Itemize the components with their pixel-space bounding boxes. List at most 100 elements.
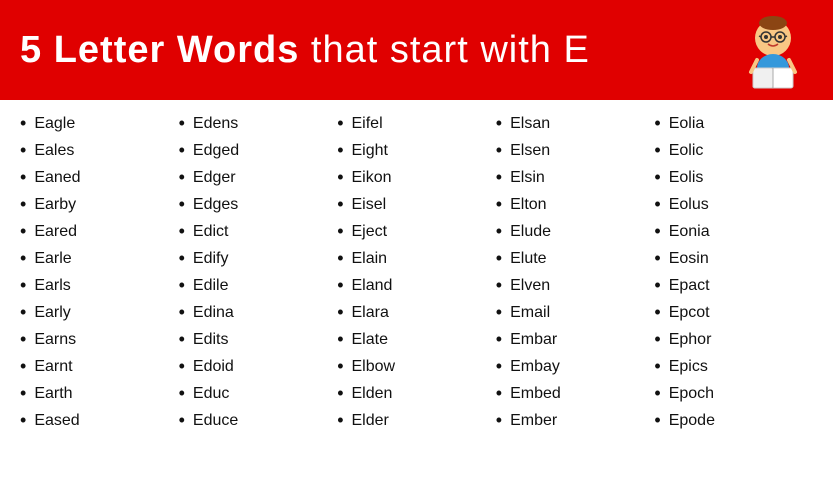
- list-item: Eland: [337, 272, 496, 299]
- list-item: Elven: [496, 272, 655, 299]
- list-item: Earnt: [20, 353, 179, 380]
- word-text: Eaned: [34, 169, 80, 187]
- word-text: Eikon: [352, 169, 392, 187]
- word-text: Elsen: [510, 142, 550, 160]
- word-text: Eonia: [669, 223, 710, 241]
- title-normal: that start with E: [299, 29, 589, 71]
- word-text: Ephor: [669, 331, 712, 349]
- word-text: Edits: [193, 331, 229, 349]
- list-item: Embay: [496, 353, 655, 380]
- header-banner: 5 Letter Words that start with E: [0, 0, 833, 100]
- list-item: Elute: [496, 245, 655, 272]
- word-column-2: Eifel Eight Eikon Eisel Eject Elain Eland Elara…: [337, 110, 496, 434]
- word-text: Epics: [669, 358, 708, 376]
- header-title: 5 Letter Words that start with E: [20, 29, 590, 72]
- list-item: Ephor: [654, 326, 813, 353]
- word-text: Educ: [193, 385, 229, 403]
- list-item: Elate: [337, 326, 496, 353]
- word-text: Elara: [352, 304, 389, 322]
- list-item: Eonia: [654, 218, 813, 245]
- word-text: Eagle: [34, 115, 75, 133]
- list-item: Eolia: [654, 110, 813, 137]
- word-column-0: EagleEalesEanedEarbyEaredEarleEarlsEarly…: [20, 110, 179, 434]
- list-item: Epoch: [654, 380, 813, 407]
- word-text: Elude: [510, 223, 551, 241]
- mascot-icon: [733, 10, 813, 90]
- list-item: Edens: [179, 110, 338, 137]
- list-item: Edger: [179, 164, 338, 191]
- list-item: Epcot: [654, 299, 813, 326]
- list-item: Elara: [337, 299, 496, 326]
- word-text: Elsin: [510, 169, 545, 187]
- word-text: Elate: [352, 331, 388, 349]
- word-text: Earth: [34, 385, 72, 403]
- list-item: Elain: [337, 245, 496, 272]
- word-text: Earls: [34, 277, 70, 295]
- word-text: Eject: [352, 223, 388, 241]
- word-text: Epcot: [669, 304, 710, 322]
- list-item: Eifel: [337, 110, 496, 137]
- list-item: Epics: [654, 353, 813, 380]
- list-item: Elbow: [337, 353, 496, 380]
- word-text: Eolic: [669, 142, 704, 160]
- word-text: Elven: [510, 277, 550, 295]
- word-text: Ember: [510, 412, 557, 430]
- list-item: Elder: [337, 407, 496, 434]
- list-item: Elsan: [496, 110, 655, 137]
- list-item: Earls: [20, 272, 179, 299]
- word-text: Eland: [352, 277, 393, 295]
- list-item: Edged: [179, 137, 338, 164]
- list-item: Early: [20, 299, 179, 326]
- list-item: Epode: [654, 407, 813, 434]
- word-text: Edoid: [193, 358, 234, 376]
- list-item: Eared: [20, 218, 179, 245]
- list-item: Eight: [337, 137, 496, 164]
- word-text: Early: [34, 304, 70, 322]
- list-item: Eaned: [20, 164, 179, 191]
- word-text: Earnt: [34, 358, 72, 376]
- word-text: Eared: [34, 223, 77, 241]
- list-item: Edoid: [179, 353, 338, 380]
- word-text: Edens: [193, 115, 238, 133]
- word-list-content: EagleEalesEanedEarbyEaredEarleEarlsEarly…: [0, 100, 833, 444]
- word-text: Elute: [510, 250, 546, 268]
- word-text: Embar: [510, 331, 557, 349]
- word-text: Email: [510, 304, 550, 322]
- list-item: Earns: [20, 326, 179, 353]
- list-item: Elton: [496, 191, 655, 218]
- word-text: Eolus: [669, 196, 709, 214]
- word-text: Embed: [510, 385, 561, 403]
- word-text: Elden: [352, 385, 393, 403]
- list-item: Eolic: [654, 137, 813, 164]
- title-bold: 5 Letter Words: [20, 29, 299, 71]
- word-text: Edile: [193, 277, 229, 295]
- word-text: Eifel: [352, 115, 383, 133]
- word-text: Eosin: [669, 250, 709, 268]
- list-item: Eosin: [654, 245, 813, 272]
- word-text: Eisel: [352, 196, 387, 214]
- list-item: Elude: [496, 218, 655, 245]
- list-item: Eolus: [654, 191, 813, 218]
- list-item: Eikon: [337, 164, 496, 191]
- word-text: Eased: [34, 412, 79, 430]
- word-text: Elain: [352, 250, 388, 268]
- word-text: Edict: [193, 223, 229, 241]
- list-item: Ember: [496, 407, 655, 434]
- list-item: Email: [496, 299, 655, 326]
- word-text: Edged: [193, 142, 239, 160]
- list-item: Edina: [179, 299, 338, 326]
- word-text: Elder: [352, 412, 389, 430]
- list-item: Epact: [654, 272, 813, 299]
- word-text: Eolis: [669, 169, 704, 187]
- list-item: Eisel: [337, 191, 496, 218]
- word-text: Edges: [193, 196, 238, 214]
- word-text: Educe: [193, 412, 238, 430]
- word-text: Embay: [510, 358, 560, 376]
- word-text: Eight: [352, 142, 388, 160]
- list-item: Edile: [179, 272, 338, 299]
- list-item: Earle: [20, 245, 179, 272]
- list-item: Eject: [337, 218, 496, 245]
- list-item: Edges: [179, 191, 338, 218]
- word-column-4: Eolia Eolic Eolis Eolus Eonia Eosin Epact Epcot…: [654, 110, 813, 434]
- word-text: Edina: [193, 304, 234, 322]
